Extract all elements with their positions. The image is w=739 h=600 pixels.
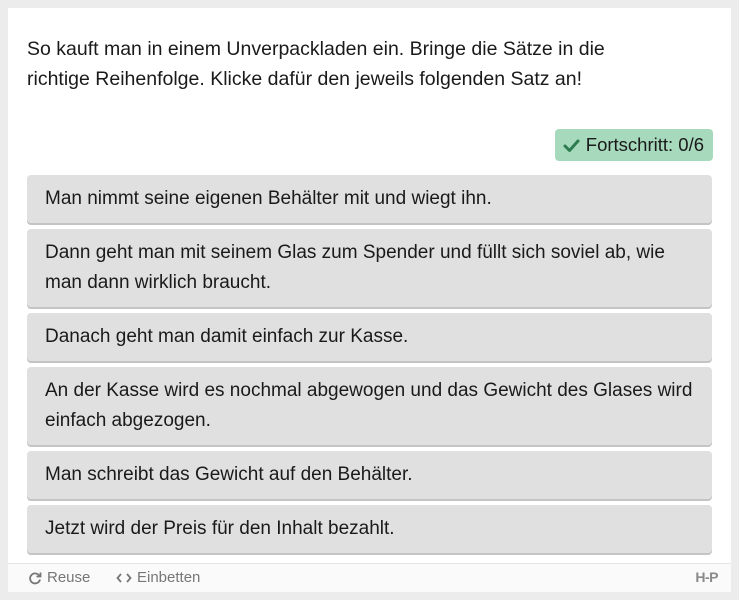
h5p-footer: Reuse Einbetten H-P: [8, 563, 731, 592]
embed-button[interactable]: Einbetten: [116, 569, 200, 586]
h5p-logo[interactable]: H-P: [695, 569, 718, 585]
check-icon: [563, 137, 580, 154]
h5p-content-frame: So kauft man in einem Unverpackladen ein…: [8, 8, 731, 592]
progress-label: Fortschritt: 0/6: [585, 134, 704, 155]
sentence-item[interactable]: Dann geht man mit seinem Glas zum Spende…: [27, 229, 712, 307]
task-question: So kauft man in einem Unverpackladen ein…: [27, 38, 605, 90]
sentence-list: Man nimmt seine eigenen Behälter mit und…: [27, 175, 712, 559]
sentence-item[interactable]: Jetzt wird der Preis für den Inhalt beza…: [27, 505, 712, 553]
reuse-label: Reuse: [47, 569, 91, 586]
code-icon: [116, 572, 132, 584]
progress-badge: Fortschritt: 0/6: [554, 129, 713, 161]
sentence-item[interactable]: Man nimmt seine eigenen Behälter mit und…: [27, 175, 712, 223]
sentence-item[interactable]: Man schreibt das Gewicht auf den Behälte…: [27, 451, 712, 499]
sentence-item[interactable]: An der Kasse wird es nochmal abgewogen u…: [27, 367, 712, 445]
embed-label: Einbetten: [137, 569, 201, 586]
reuse-icon: [28, 571, 42, 585]
sentence-item[interactable]: Danach geht man damit einfach zur Kasse.: [27, 313, 712, 361]
reuse-button[interactable]: Reuse: [28, 569, 90, 586]
